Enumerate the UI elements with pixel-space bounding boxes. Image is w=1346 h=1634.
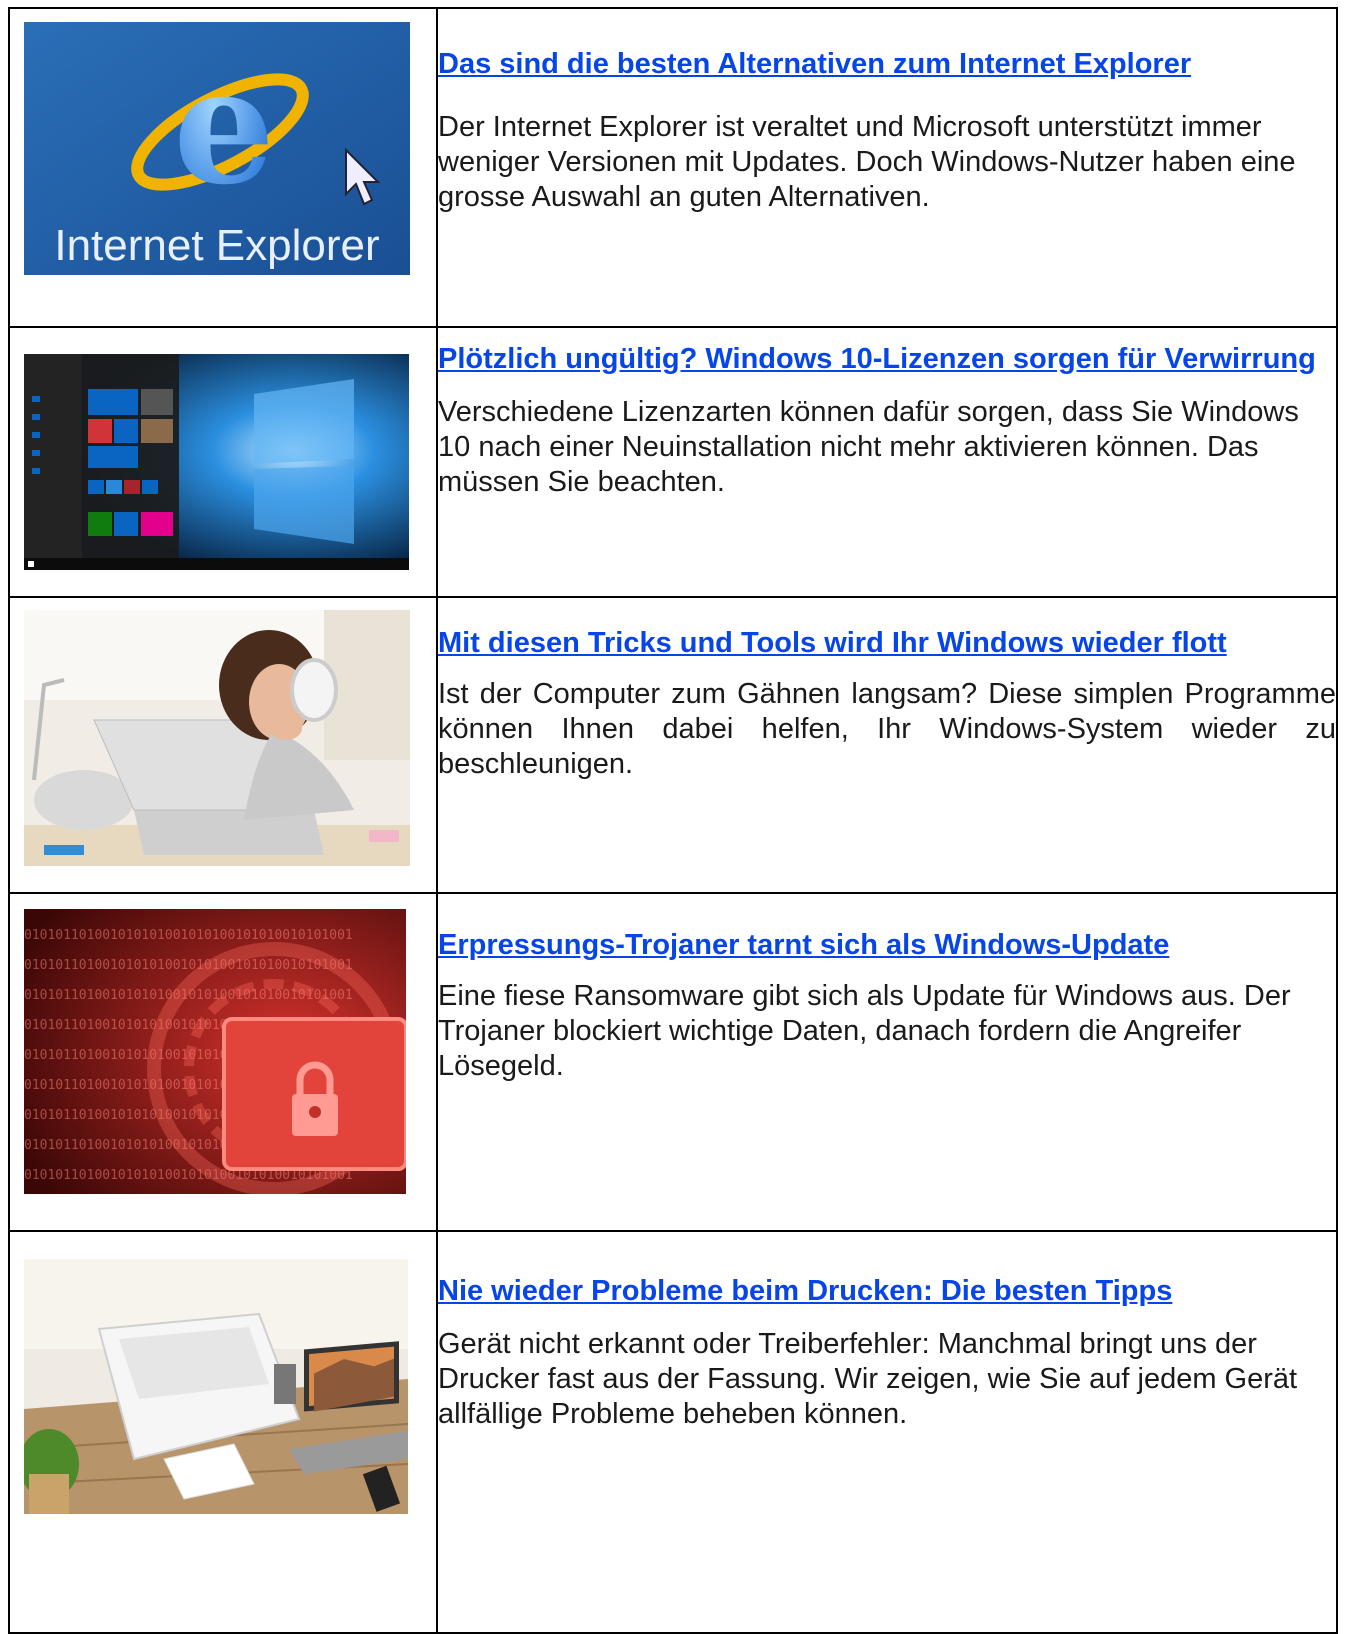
svg-text:010101101001010101001010100101: 0101011010010101010010101001010100101010…: [24, 958, 353, 973]
article-text-cell: Erpressungs-Trojaner tarnt sich als Wind…: [436, 892, 1338, 1232]
article-image-cell: e Internet Explorer: [8, 7, 438, 328]
article-text-cell: Nie wieder Probleme beim Drucken: Die be…: [436, 1230, 1338, 1634]
article-title-link[interactable]: Nie wieder Probleme beim Drucken: Die be…: [438, 1274, 1336, 1309]
article-summary: Verschiedene Lizenzarten können dafür so…: [438, 396, 1299, 498]
article-row: 0101011010010101010010101001010100101010…: [8, 892, 1338, 1232]
article-text-cell: Plötzlich ungültig? Windows 10-Lizenzen …: [436, 326, 1338, 598]
article-image-cell: [8, 1230, 438, 1634]
article-image-cell: [8, 326, 438, 598]
article-row: e Internet Explorer Das sind die besten …: [8, 7, 1338, 328]
ransomware-thumbnail[interactable]: 0101011010010101010010101001010100101010…: [24, 909, 406, 1194]
article-title-link[interactable]: Mit diesen Tricks und Tools wird Ihr Win…: [438, 626, 1336, 661]
article-row: Plötzlich ungültig? Windows 10-Lizenzen …: [8, 326, 1338, 598]
yawning-woman-thumbnail[interactable]: [24, 610, 410, 866]
taskbar: [24, 558, 409, 570]
article-text-cell: Das sind die besten Alternativen zum Int…: [436, 7, 1338, 328]
article-title-link[interactable]: Plötzlich ungültig? Windows 10-Lizenzen …: [438, 342, 1336, 377]
headphones-icon: [290, 658, 338, 722]
article-image-cell: [8, 596, 438, 894]
article-title-link[interactable]: Das sind die besten Alternativen zum Int…: [438, 47, 1336, 82]
internet-explorer-thumbnail[interactable]: e Internet Explorer: [24, 22, 410, 275]
windows10-thumbnail[interactable]: [24, 354, 409, 570]
article-summary: Eine fiese Ransomware gibt sich als Upda…: [438, 980, 1291, 1082]
article-row: Mit diesen Tricks und Tools wird Ihr Win…: [8, 596, 1338, 894]
thumbnail-caption: Internet Explorer: [54, 221, 379, 270]
article-table: e Internet Explorer Das sind die besten …: [8, 7, 1338, 1634]
article-text-cell: Mit diesen Tricks und Tools wird Ihr Win…: [436, 596, 1338, 894]
article-summary: Gerät nicht erkannt oder Treiberfehler: …: [438, 1328, 1298, 1430]
svg-text:010101101001010101001010100101: 0101011010010101010010101001010100101010…: [24, 928, 353, 943]
ie-logo-icon: e: [173, 32, 275, 220]
article-summary: Der Internet Explorer ist veraltet und M…: [438, 111, 1296, 213]
windows-logo-icon: [254, 379, 354, 464]
article-title-link[interactable]: Erpressungs-Trojaner tarnt sich als Wind…: [438, 928, 1336, 963]
article-row: Nie wieder Probleme beim Drucken: Die be…: [8, 1230, 1338, 1634]
article-summary: Ist der Computer zum Gähnen langsam? Die…: [438, 678, 1336, 780]
article-image-cell: 0101011010010101010010101001010100101010…: [8, 892, 438, 1232]
printer-thumbnail[interactable]: [24, 1259, 408, 1514]
